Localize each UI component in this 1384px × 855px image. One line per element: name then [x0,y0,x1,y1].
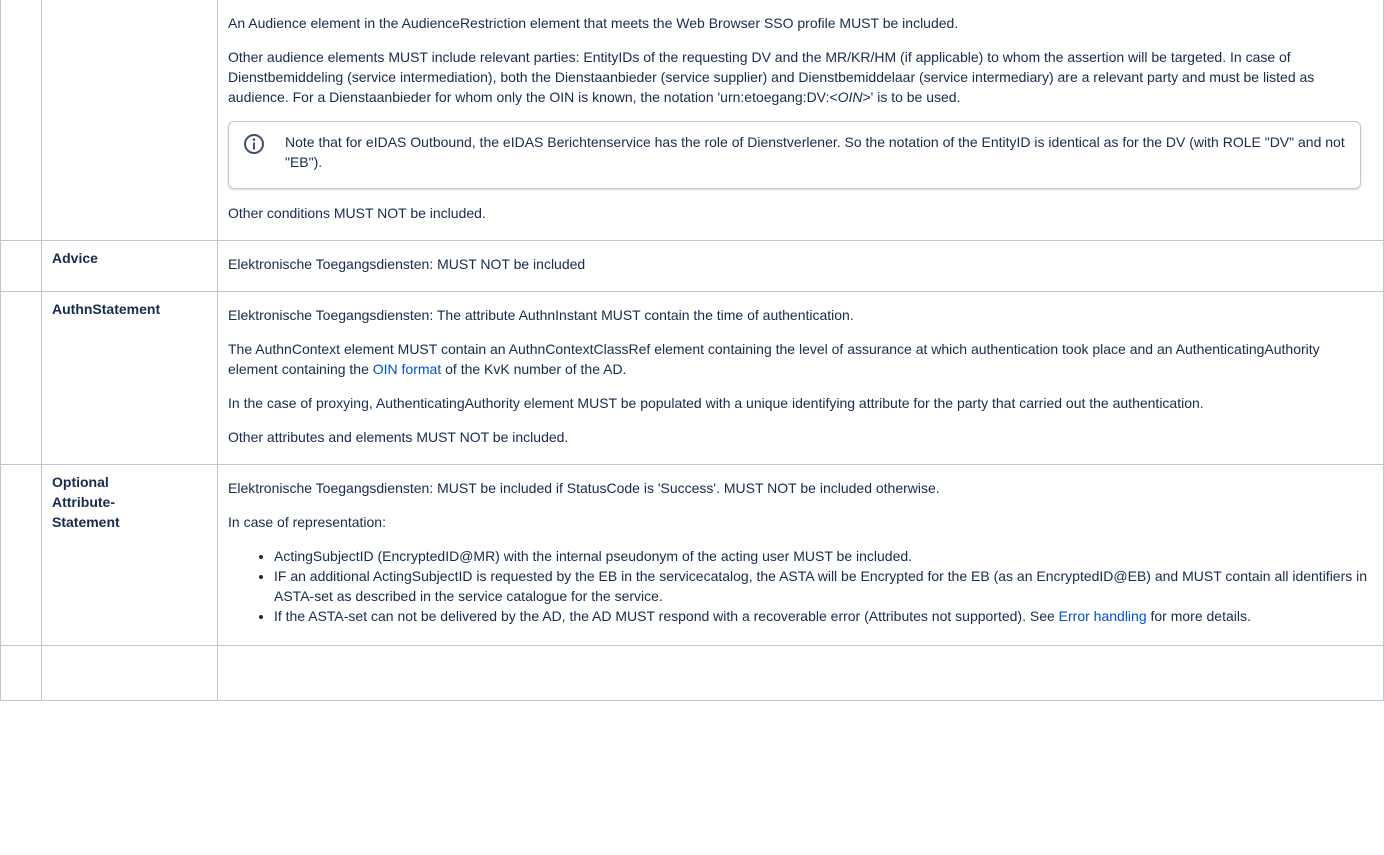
element-name-attributestatement: Optional Attribute- Statement [41,464,218,646]
description-cell: Elektronische Toegangsdiensten: The attr… [217,291,1384,465]
element-name-line-3: Statement [52,514,120,530]
row-marker [0,0,42,241]
authn-paragraph-2: The AuthnContext element MUST contain an… [228,339,1373,379]
list-item: ActingSubjectID (EncryptedID@MR) with th… [274,546,1373,566]
representation-list: ActingSubjectID (EncryptedID@MR) with th… [228,546,1373,626]
table-row-audience: An Audience element in the AudienceRestr… [0,0,1384,241]
description-cell: Elektronische Toegangsdiensten: MUST be … [217,464,1384,646]
table-row-advice: Advice Elektronische Toegangsdiensten: M… [0,240,1384,292]
attr-paragraph-2: In case of representation: [228,514,386,530]
list-item-text-b: for more details. [1146,608,1251,624]
note-text: Note that for eIDAS Outbound, the eIDAS … [285,134,1345,170]
audience-p2-text-a: Other audience elements MUST include rel… [228,49,1315,105]
info-icon [243,133,265,155]
table-row-continuation [0,645,1384,701]
spec-table: An Audience element in the AudienceRestr… [0,0,1384,701]
oin-placeholder: OIN [837,89,863,105]
row-marker [0,291,42,465]
row-marker [0,645,42,701]
table-row-attributestatement: Optional Attribute- Statement Elektronis… [0,464,1384,646]
list-item: IF an additional ActingSubjectID is requ… [274,566,1373,606]
list-item-text-a: If the ASTA-set can not be delivered by … [274,608,1059,624]
description-cell [217,645,1384,701]
advice-paragraph: Elektronische Toegangsdiensten: MUST NOT… [228,256,586,272]
authn-p2-text-b: of the KvK number of the AD. [441,361,627,377]
description-cell: Elektronische Toegangsdiensten: MUST NOT… [217,240,1384,292]
element-name-line-1: Optional [52,474,109,490]
error-handling-link[interactable]: Error handling [1059,608,1147,624]
attr-paragraph-1: Elektronische Toegangsdiensten: MUST be … [228,480,940,496]
list-item: If the ASTA-set can not be delivered by … [274,606,1373,626]
audience-p2-text-b: >' is to be used. [862,89,961,105]
row-marker [0,240,42,292]
element-name-line-2: Attribute- [52,494,115,510]
element-name-advice: Advice [41,240,218,292]
authn-paragraph-1: Elektronische Toegangsdiensten: The attr… [228,307,854,323]
element-name-cell [41,645,218,701]
element-name-authnstatement: AuthnStatement [41,291,218,465]
oin-format-link[interactable]: OIN format [373,361,441,377]
authn-paragraph-4: Other attributes and elements MUST NOT b… [228,429,569,445]
authn-paragraph-3: In the case of proxying, AuthenticatingA… [228,395,1204,411]
element-name-cell [41,0,218,241]
description-cell: An Audience element in the AudienceRestr… [217,0,1384,241]
info-note-panel: Note that for eIDAS Outbound, the eIDAS … [228,121,1361,189]
row-marker [0,464,42,646]
audience-paragraph-3: Other conditions MUST NOT be included. [228,205,486,221]
audience-paragraph-2: Other audience elements MUST include rel… [228,47,1373,107]
table-row-authnstatement: AuthnStatement Elektronische Toegangsdie… [0,291,1384,465]
audience-paragraph-1: An Audience element in the AudienceRestr… [228,15,959,31]
